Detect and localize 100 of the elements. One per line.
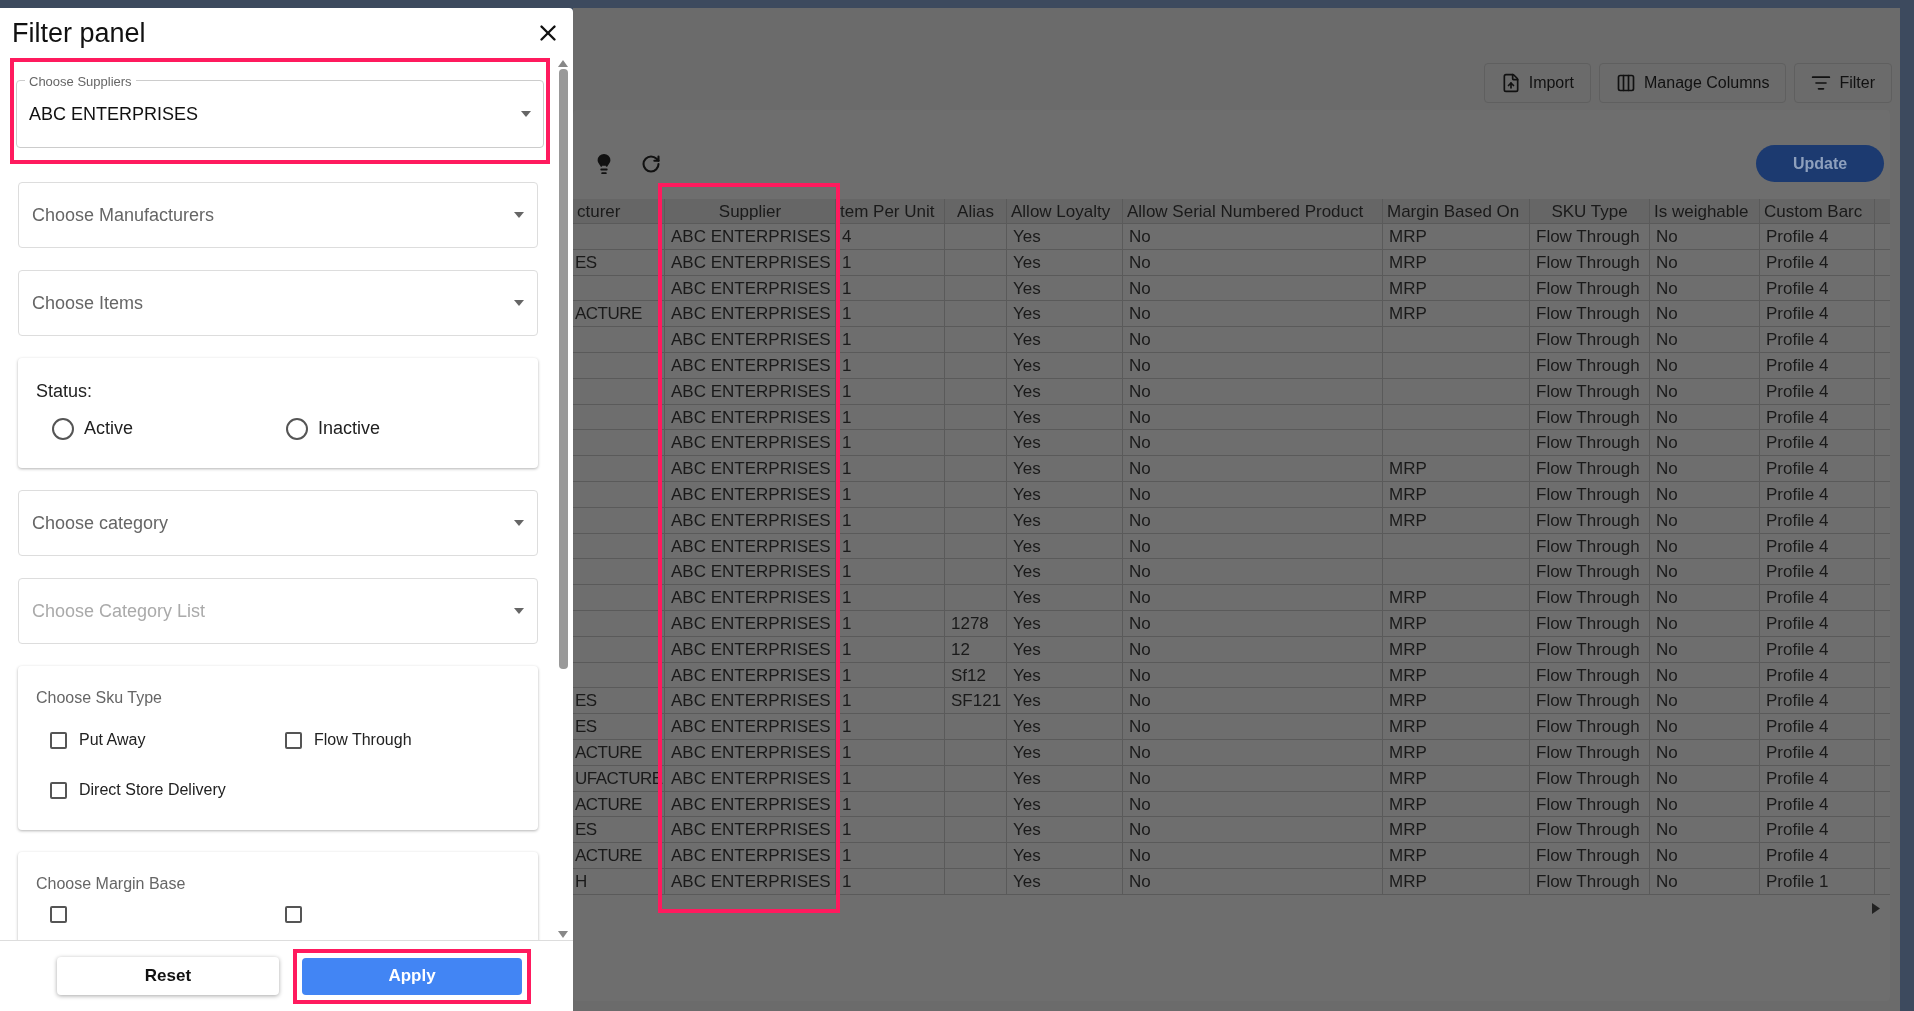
table-cell: No xyxy=(1123,559,1383,585)
table-cell: Profile 4 xyxy=(1760,430,1875,456)
table-cell: Flow Through xyxy=(1530,481,1650,507)
table-cell: 1278 xyxy=(945,610,1007,636)
table-cell: 1 xyxy=(836,868,945,894)
table-cell: 12 xyxy=(945,636,1007,662)
radio-button[interactable] xyxy=(286,417,308,440)
table-cell: Profile 4 xyxy=(1760,636,1875,662)
table-cell: 1 xyxy=(836,791,945,817)
table-cell: Profile 4 xyxy=(1760,765,1875,791)
table-cell: No xyxy=(1650,714,1760,739)
table-cell: Yes xyxy=(1007,843,1123,868)
refresh-icon[interactable] xyxy=(641,153,661,174)
table-cell: 1 xyxy=(836,404,945,430)
table-cell: No xyxy=(1650,739,1760,765)
table-cell: No xyxy=(1650,327,1760,352)
table-cell: No xyxy=(1650,507,1760,533)
table-cell: ABC ENTERPRISES xyxy=(665,456,836,481)
table-cell: MRP xyxy=(1383,585,1530,610)
checkbox[interactable] xyxy=(50,781,67,799)
table-cell: 1 xyxy=(836,636,945,662)
table-cell: ABC ENTERPRISES xyxy=(665,327,836,352)
table-cell: No xyxy=(1123,688,1383,714)
section-label: Choose Sku Type xyxy=(36,688,162,708)
table-cell: No xyxy=(1650,559,1760,585)
checkbox-label: Direct Store Delivery xyxy=(79,780,226,800)
panel-title: Filter panel xyxy=(12,16,146,50)
table-cell: 1 xyxy=(836,456,945,481)
table-cell: No xyxy=(1650,301,1760,327)
table-cell: MRP xyxy=(1383,739,1530,765)
table-cell: No xyxy=(1123,636,1383,662)
table-cell: Flow Through xyxy=(1530,456,1650,481)
table-cell: Flow Through xyxy=(1530,791,1650,817)
table-cell: Profile 4 xyxy=(1760,327,1875,352)
toolbar-button[interactable]: Import xyxy=(1483,63,1592,103)
table-cell: MRP xyxy=(1383,224,1530,249)
table-cell: No xyxy=(1123,610,1383,636)
checkbox[interactable] xyxy=(285,731,302,749)
scroll-down-icon[interactable] xyxy=(558,931,568,938)
column-header: Supplier xyxy=(665,199,836,223)
table-cell: Profile 4 xyxy=(1760,559,1875,585)
table-cell: Profile 4 xyxy=(1760,533,1875,559)
table-cell: 1 xyxy=(836,301,945,327)
reset-button[interactable]: Reset xyxy=(57,957,279,995)
table-cell: No xyxy=(1650,249,1760,275)
table-cell: Yes xyxy=(1007,249,1123,275)
table-cell: MRP xyxy=(1383,791,1530,817)
checkbox[interactable] xyxy=(50,731,67,749)
checkbox[interactable] xyxy=(285,906,302,923)
table-cell: Flow Through xyxy=(1530,224,1650,249)
table-cell: No xyxy=(1123,791,1383,817)
table-cell: Profile 4 xyxy=(1760,378,1875,404)
table-cell: 1 xyxy=(836,430,945,456)
table-cell: ABC ENTERPRISES xyxy=(665,610,836,636)
table-cell: 1 xyxy=(836,533,945,559)
toolbar-button[interactable]: Manage Columns xyxy=(1599,63,1787,103)
table-cell: No xyxy=(1650,430,1760,456)
table-cell: No xyxy=(1123,765,1383,791)
scrollbar-thumb[interactable] xyxy=(558,69,568,669)
table-cell: MRP xyxy=(1383,249,1530,275)
table-cell: MRP xyxy=(1383,636,1530,662)
checkbox[interactable] xyxy=(50,906,67,923)
radio-label: Active xyxy=(84,417,134,440)
table-cell: No xyxy=(1123,507,1383,533)
table-cell: No xyxy=(1123,481,1383,507)
table-cell: Profile 4 xyxy=(1760,275,1875,301)
table-cell: Profile 4 xyxy=(1760,481,1875,507)
table-cell: Yes xyxy=(1007,817,1123,843)
table-cell: Flow Through xyxy=(1530,507,1650,533)
table-cell: No xyxy=(1650,610,1760,636)
radio-button[interactable] xyxy=(52,417,74,440)
table-cell: No xyxy=(1123,662,1383,688)
table-cell: 1 xyxy=(836,378,945,404)
column-header: tem Per Unit xyxy=(836,199,945,223)
scroll-up-icon[interactable] xyxy=(558,60,568,67)
table-cell: MRP xyxy=(1383,843,1530,868)
column-header: cturer xyxy=(573,199,665,223)
select-field[interactable]: Choose Items xyxy=(18,270,538,336)
scroll-right-icon[interactable] xyxy=(1872,902,1880,914)
filter-icon xyxy=(1811,73,1832,93)
table-cell: 1 xyxy=(836,507,945,533)
table-cell: ACTURE xyxy=(573,739,665,765)
table-cell: 1 xyxy=(836,275,945,301)
table-cell: Profile 4 xyxy=(1760,224,1875,249)
table-cell: No xyxy=(1650,585,1760,610)
table-cell: SF121 xyxy=(945,688,1007,714)
table-cell: MRP xyxy=(1383,714,1530,739)
select-field[interactable]: Choose category xyxy=(18,490,538,556)
select-field[interactable]: Choose Manufacturers xyxy=(18,182,538,248)
table-cell: Profile 4 xyxy=(1760,249,1875,275)
update-button[interactable]: Update xyxy=(1756,145,1884,182)
table-cell: 1 xyxy=(836,610,945,636)
table-cell: Sf12 xyxy=(945,662,1007,688)
table-cell: No xyxy=(1123,868,1383,894)
status-label: Status: xyxy=(36,380,93,403)
apply-button[interactable]: Apply xyxy=(302,957,522,995)
table-cell: No xyxy=(1650,791,1760,817)
table-cell: Yes xyxy=(1007,714,1123,739)
toolbar-button[interactable]: Filter xyxy=(1794,63,1892,103)
table-cell: ABC ENTERPRISES xyxy=(665,249,836,275)
